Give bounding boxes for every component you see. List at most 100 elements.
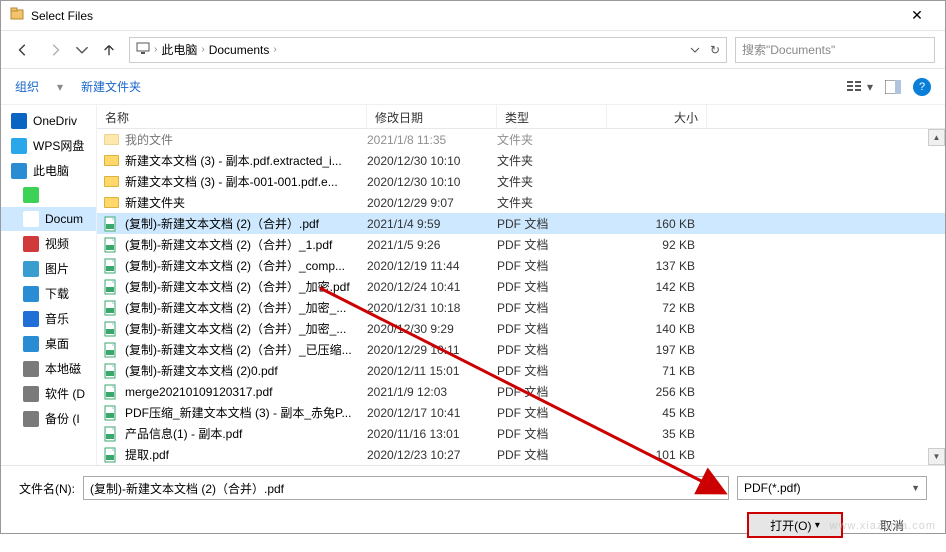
sidebar-item[interactable]: OneDriv: [1, 109, 96, 133]
folder-icon: [103, 195, 119, 211]
view-options-button[interactable]: ▾: [847, 80, 873, 94]
file-name: (复制)-新建文本文档 (2)0.pdf: [125, 362, 278, 379]
recent-dropdown[interactable]: [75, 38, 89, 62]
file-row[interactable]: (复制)-新建文本文档 (2)（合并）.pdf2021/1/4 9:59PDF …: [97, 213, 945, 234]
file-date: 2020/12/30 9:29: [367, 322, 497, 336]
sidebar-item[interactable]: 下载: [1, 281, 96, 306]
scroll-down-button[interactable]: ▼: [928, 448, 945, 465]
sidebar-item-icon: [23, 236, 39, 252]
file-row[interactable]: 产品信息(1) - 副本.pdf2020/11/16 13:01PDF 文档35…: [97, 423, 945, 444]
toolbar: 组织 ▾ 新建文件夹 ▾ ?: [1, 69, 945, 105]
sidebar-item[interactable]: [1, 183, 96, 207]
address-dropdown[interactable]: [690, 45, 700, 55]
breadcrumb-segment[interactable]: 此电脑: [161, 41, 197, 58]
organize-menu[interactable]: 组织: [15, 78, 39, 95]
back-button[interactable]: [11, 38, 35, 62]
address-bar[interactable]: › 此电脑 › Documents › ↻: [129, 37, 727, 63]
file-date: 2020/12/30 10:10: [367, 175, 497, 189]
file-size: 72 KB: [607, 301, 701, 315]
sidebar-item-label: WPS网盘: [33, 137, 84, 154]
pdf-file-icon: [103, 426, 119, 442]
sidebar-item[interactable]: 音乐: [1, 306, 96, 331]
sidebar-item-icon: [23, 311, 39, 327]
file-row[interactable]: 我的文件2021/1/8 11:35文件夹: [97, 129, 945, 150]
sidebar-item-icon: [23, 361, 39, 377]
sidebar-item[interactable]: 图片: [1, 256, 96, 281]
sidebar-item[interactable]: 本地磁: [1, 356, 96, 381]
sidebar-item-icon: [11, 138, 27, 154]
new-folder-button[interactable]: 新建文件夹: [81, 78, 141, 95]
sidebar-item[interactable]: Docum: [1, 207, 96, 231]
pdf-file-icon: [103, 258, 119, 274]
file-row[interactable]: (复制)-新建文本文档 (2)（合并）_加密_... 2020/12/30 9:2…: [97, 318, 945, 339]
file-size: 71 KB: [607, 364, 701, 378]
file-date: 2020/12/29 9:07: [367, 196, 497, 210]
file-row[interactable]: (复制)-新建文本文档 (2)（合并）_1.pdf2021/1/5 9:26PD…: [97, 234, 945, 255]
column-name[interactable]: 名称: [97, 105, 367, 128]
sidebar-item-icon: [23, 336, 39, 352]
file-row[interactable]: 新建文本文档 (3) - 副本-001-001.pdf.e...2020/12/…: [97, 171, 945, 192]
breadcrumb-segment[interactable]: Documents: [209, 43, 270, 57]
pdf-file-icon: [103, 279, 119, 295]
column-date[interactable]: 修改日期: [367, 105, 497, 128]
file-row[interactable]: (复制)-新建文本文档 (2)0.pdf 2020/12/11 15:01PDF …: [97, 360, 945, 381]
sidebar-item[interactable]: 此电脑: [1, 158, 96, 183]
file-date: 2020/12/29 10:11: [367, 343, 497, 357]
file-type: PDF 文档: [497, 383, 607, 400]
file-size: 256 KB: [607, 385, 701, 399]
file-type: 文件夹: [497, 194, 607, 211]
nav-bar: › 此电脑 › Documents › ↻ 搜索"Documents": [1, 31, 945, 69]
folder-icon: [103, 174, 119, 190]
file-size: 35 KB: [607, 427, 701, 441]
file-date: 2020/12/11 15:01: [367, 364, 497, 378]
file-type: PDF 文档: [497, 362, 607, 379]
file-name: (复制)-新建文本文档 (2)（合并）.pdf: [125, 215, 319, 232]
sidebar-item[interactable]: 桌面: [1, 331, 96, 356]
file-row[interactable]: (复制)-新建文本文档 (2)（合并）_comp...2020/12/19 11…: [97, 255, 945, 276]
file-type: 文件夹: [497, 173, 607, 190]
column-size[interactable]: 大小: [607, 105, 707, 128]
sidebar-item[interactable]: 备份 (I: [1, 406, 96, 431]
file-type: PDF 文档: [497, 320, 607, 337]
sidebar-item[interactable]: WPS网盘: [1, 133, 96, 158]
file-size: 140 KB: [607, 322, 701, 336]
file-date: 2020/12/30 10:10: [367, 154, 497, 168]
file-row[interactable]: (复制)-新建文本文档 (2)（合并）_加密_...2020/12/31 10:…: [97, 297, 945, 318]
pdf-file-icon: [103, 447, 119, 463]
file-type-filter[interactable]: PDF(*.pdf) ▼: [737, 476, 927, 500]
sidebar-item[interactable]: 视频: [1, 231, 96, 256]
sidebar-item-icon: [11, 163, 27, 179]
close-button[interactable]: ✕: [897, 7, 937, 24]
file-row[interactable]: (复制)-新建文本文档 (2)（合并）_加密.pdf2020/12/24 10:…: [97, 276, 945, 297]
chevron-right-icon: ›: [154, 44, 157, 55]
sidebar-item[interactable]: 软件 (D: [1, 381, 96, 406]
filename-input[interactable]: [83, 476, 729, 500]
sidebar-item-label: 下载: [45, 285, 69, 302]
pdf-file-icon: [103, 237, 119, 253]
file-type: 文件夹: [497, 152, 607, 169]
file-type: PDF 文档: [497, 215, 607, 232]
sidebar-item-icon: [23, 411, 39, 427]
forward-button[interactable]: [43, 38, 67, 62]
search-input[interactable]: 搜索"Documents": [735, 37, 935, 63]
file-row[interactable]: PDF压缩_新建文本文档 (3) - 副本_赤兔P...2020/12/17 1…: [97, 402, 945, 423]
file-row[interactable]: (复制)-新建文本文档 (2)（合并）_已压缩...2020/12/29 10:…: [97, 339, 945, 360]
sidebar-item-label: Docum: [45, 212, 83, 226]
preview-pane-button[interactable]: [885, 80, 901, 94]
file-date: 2021/1/5 9:26: [367, 238, 497, 252]
file-row[interactable]: merge20210109120317.pdf2021/1/9 12:03PDF…: [97, 381, 945, 402]
file-name: (复制)-新建文本文档 (2)（合并）_1.pdf: [125, 236, 332, 253]
column-type[interactable]: 类型: [497, 105, 607, 128]
help-button[interactable]: ?: [913, 78, 931, 96]
file-name: (复制)-新建文本文档 (2)（合并）_加密_...: [125, 320, 346, 337]
refresh-button[interactable]: ↻: [710, 43, 720, 57]
sidebar-item-label: 本地磁: [45, 360, 81, 377]
file-date: 2020/12/31 10:18: [367, 301, 497, 315]
sidebar-item-icon: [23, 211, 39, 227]
up-button[interactable]: [97, 38, 121, 62]
file-type: PDF 文档: [497, 257, 607, 274]
file-name: 产品信息(1) - 副本.pdf: [125, 425, 242, 442]
file-row[interactable]: 提取.pdf2020/12/23 10:27PDF 文档101 KB: [97, 444, 945, 465]
file-row[interactable]: 新建文本文档 (3) - 副本.pdf.extracted_i...2020/1…: [97, 150, 945, 171]
file-row[interactable]: 新建文件夹2020/12/29 9:07文件夹: [97, 192, 945, 213]
